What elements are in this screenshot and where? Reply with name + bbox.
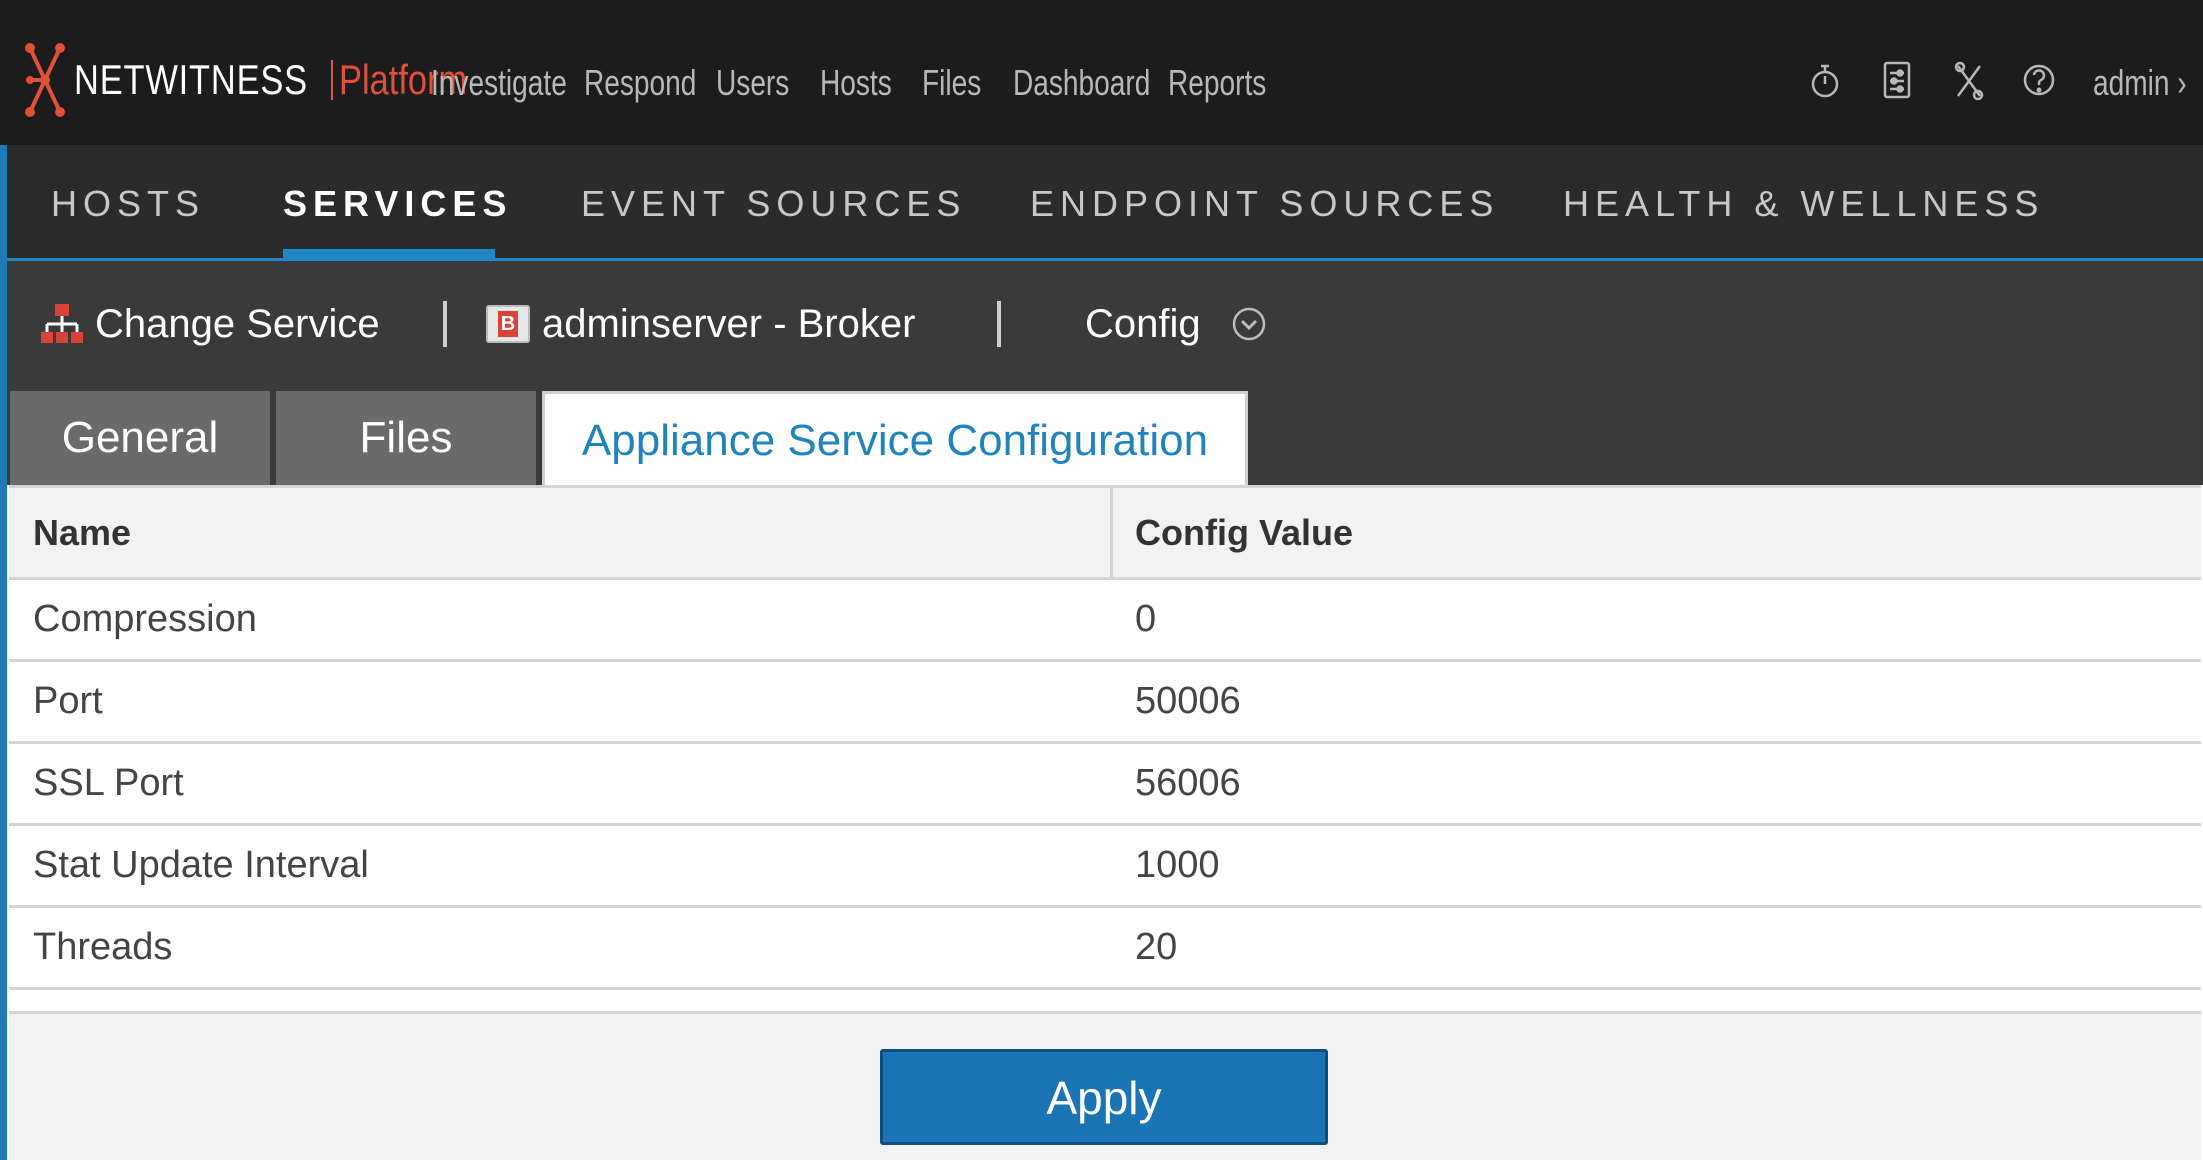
tools-icon[interactable] — [1952, 58, 1986, 108]
section-nav: HOSTS SERVICES EVENT SOURCES ENDPOINT SO… — [7, 145, 2203, 261]
top-bar: NETWITNESS Platform Investigate Respond … — [0, 0, 2203, 145]
help-icon[interactable] — [2022, 58, 2056, 108]
tab-hosts[interactable]: HOSTS — [51, 179, 205, 229]
row-value[interactable]: 20 — [1135, 908, 1177, 987]
user-menu[interactable]: admin › — [2093, 58, 2187, 108]
tab-general[interactable]: General — [10, 391, 270, 485]
table-footer: Apply — [9, 1011, 2201, 1160]
row-name: Compression — [33, 598, 257, 640]
user-name: admin — [2093, 62, 2170, 103]
apply-button[interactable]: Apply — [880, 1049, 1328, 1145]
table-row[interactable]: Compression 0 — [9, 580, 2201, 662]
nav-investigate[interactable]: Investigate — [431, 58, 567, 108]
row-value[interactable]: 0 — [1135, 580, 1156, 659]
tab-event-sources[interactable]: EVENT SOURCES — [581, 179, 966, 229]
netwitness-logo-icon — [25, 43, 65, 117]
table-row[interactable]: Stat Update Interval 1000 — [9, 826, 2201, 908]
broker-badge-icon: B — [486, 305, 530, 343]
column-header-config-value[interactable]: Config Value — [1135, 488, 1353, 577]
config-table: Name Config Value Compression 0 Port 500… — [9, 485, 2201, 990]
broker-badge-letter: B — [498, 311, 518, 337]
separator — [997, 301, 1001, 347]
column-divider[interactable] — [1110, 488, 1113, 577]
service-name: adminserver - Broker — [542, 302, 916, 346]
chevron-right-icon: › — [2177, 62, 2187, 103]
nav-respond[interactable]: Respond — [584, 58, 696, 108]
table-row[interactable]: SSL Port 56006 — [9, 744, 2201, 826]
view-label: Config — [1085, 302, 1201, 346]
table-row[interactable]: Port 50006 — [9, 662, 2201, 744]
service-selector[interactable]: B adminserver - Broker — [486, 294, 915, 354]
table-header: Name Config Value — [9, 485, 2201, 580]
row-value[interactable]: 50006 — [1135, 662, 1241, 741]
row-name: Port — [33, 680, 103, 722]
tab-endpoint-sources[interactable]: ENDPOINT SOURCES — [1030, 179, 1499, 229]
row-name: Stat Update Interval — [33, 844, 369, 886]
chevron-down-icon — [1232, 307, 1265, 341]
row-name: Threads — [33, 926, 173, 968]
netwitness-logo[interactable]: NETWITNESS Platform — [22, 40, 496, 120]
tab-services[interactable]: SERVICES — [283, 179, 512, 229]
timer-icon[interactable] — [1808, 58, 1842, 108]
brand-name: NETWITNESS — [74, 56, 308, 103]
nav-dashboard[interactable]: Dashboard — [1013, 58, 1150, 108]
tab-health-wellness[interactable]: HEALTH & WELLNESS — [1563, 179, 2044, 229]
separator — [443, 301, 447, 347]
row-name: SSL Port — [33, 762, 184, 804]
nav-users[interactable]: Users — [716, 58, 789, 108]
logo-divider — [331, 60, 334, 100]
settings-panel-icon[interactable] — [1880, 58, 1914, 108]
tab-appliance-service-configuration[interactable]: Appliance Service Configuration — [542, 391, 1248, 485]
service-tree-icon — [41, 304, 83, 343]
row-value[interactable]: 1000 — [1135, 826, 1220, 905]
row-value[interactable]: 56006 — [1135, 744, 1241, 823]
service-toolbar: Change Service B adminserver - Broker Co… — [7, 261, 2203, 485]
view-dropdown[interactable]: Config — [1085, 294, 1267, 354]
table-row[interactable]: Threads 20 — [9, 908, 2201, 990]
column-header-name[interactable]: Name — [33, 488, 131, 577]
left-accent-rail — [0, 145, 7, 1160]
change-service-button[interactable]: Change Service — [41, 294, 380, 354]
nav-files[interactable]: Files — [922, 58, 981, 108]
nav-reports[interactable]: Reports — [1168, 58, 1266, 108]
tab-files[interactable]: Files — [276, 391, 536, 485]
active-tab-indicator — [283, 249, 495, 259]
nav-hosts[interactable]: Hosts — [820, 58, 892, 108]
change-service-label: Change Service — [95, 302, 380, 346]
